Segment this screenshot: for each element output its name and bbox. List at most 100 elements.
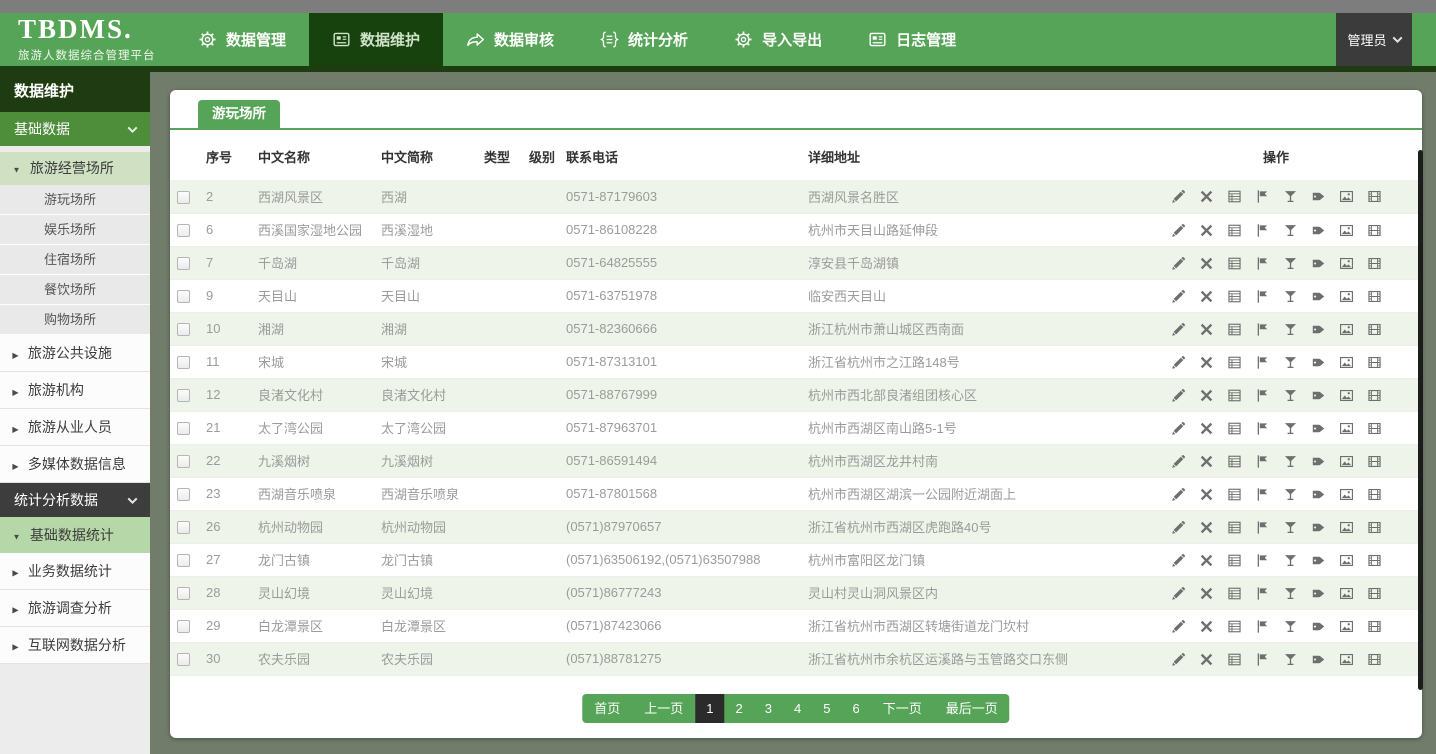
- tag-icon[interactable]: [1311, 586, 1326, 601]
- sidebar-item-6[interactable]: 购物场所: [0, 305, 150, 335]
- flag-icon[interactable]: [1255, 388, 1270, 403]
- edit-icon[interactable]: [1171, 487, 1186, 502]
- flag-icon[interactable]: [1255, 256, 1270, 271]
- page-button-2[interactable]: 2: [725, 694, 754, 723]
- detail-icon[interactable]: [1227, 223, 1242, 238]
- filter-icon[interactable]: [1283, 586, 1298, 601]
- row-checkbox[interactable]: [177, 488, 190, 501]
- row-checkbox[interactable]: [177, 290, 190, 303]
- tag-icon[interactable]: [1311, 388, 1326, 403]
- video-icon[interactable]: [1367, 322, 1382, 337]
- filter-icon[interactable]: [1283, 454, 1298, 469]
- delete-icon[interactable]: [1199, 652, 1214, 667]
- page-button-1[interactable]: 1: [695, 694, 724, 723]
- row-checkbox[interactable]: [177, 587, 190, 600]
- sidebar-item-11[interactable]: 统计分析数据: [0, 483, 150, 517]
- sidebar-item-9[interactable]: ▶旅游从业人员: [0, 409, 150, 446]
- video-icon[interactable]: [1367, 223, 1382, 238]
- detail-icon[interactable]: [1227, 454, 1242, 469]
- flag-icon[interactable]: [1255, 289, 1270, 304]
- delete-icon[interactable]: [1199, 454, 1214, 469]
- filter-icon[interactable]: [1283, 553, 1298, 568]
- video-icon[interactable]: [1367, 189, 1382, 204]
- delete-icon[interactable]: [1199, 289, 1214, 304]
- filter-icon[interactable]: [1283, 652, 1298, 667]
- image-icon[interactable]: [1339, 586, 1354, 601]
- edit-icon[interactable]: [1171, 454, 1186, 469]
- video-icon[interactable]: [1367, 289, 1382, 304]
- delete-icon[interactable]: [1199, 322, 1214, 337]
- filter-icon[interactable]: [1283, 487, 1298, 502]
- detail-icon[interactable]: [1227, 586, 1242, 601]
- nav-item-5[interactable]: 日志管理: [845, 13, 979, 66]
- tag-icon[interactable]: [1311, 421, 1326, 436]
- image-icon[interactable]: [1339, 322, 1354, 337]
- delete-icon[interactable]: [1199, 355, 1214, 370]
- image-icon[interactable]: [1339, 388, 1354, 403]
- sidebar-item-1[interactable]: ▼旅游经营场所: [0, 152, 150, 185]
- row-checkbox[interactable]: [177, 389, 190, 402]
- detail-icon[interactable]: [1227, 421, 1242, 436]
- delete-icon[interactable]: [1199, 388, 1214, 403]
- sidebar-item-15[interactable]: ▶互联网数据分析: [0, 627, 150, 664]
- image-icon[interactable]: [1339, 487, 1354, 502]
- delete-icon[interactable]: [1199, 553, 1214, 568]
- edit-icon[interactable]: [1171, 355, 1186, 370]
- flag-icon[interactable]: [1255, 454, 1270, 469]
- video-icon[interactable]: [1367, 256, 1382, 271]
- nav-item-2[interactable]: 数据审核: [443, 13, 577, 66]
- edit-icon[interactable]: [1171, 388, 1186, 403]
- filter-icon[interactable]: [1283, 256, 1298, 271]
- flag-icon[interactable]: [1255, 223, 1270, 238]
- video-icon[interactable]: [1367, 421, 1382, 436]
- image-icon[interactable]: [1339, 223, 1354, 238]
- edit-icon[interactable]: [1171, 322, 1186, 337]
- filter-icon[interactable]: [1283, 223, 1298, 238]
- row-checkbox[interactable]: [177, 653, 190, 666]
- nav-item-3[interactable]: 统计分析: [577, 13, 711, 66]
- tag-icon[interactable]: [1311, 652, 1326, 667]
- detail-icon[interactable]: [1227, 388, 1242, 403]
- image-icon[interactable]: [1339, 553, 1354, 568]
- user-menu[interactable]: 管理员: [1336, 13, 1412, 66]
- image-icon[interactable]: [1339, 619, 1354, 634]
- nav-item-1[interactable]: 数据维护: [309, 13, 443, 66]
- flag-icon[interactable]: [1255, 520, 1270, 535]
- video-icon[interactable]: [1367, 553, 1382, 568]
- image-icon[interactable]: [1339, 421, 1354, 436]
- tag-icon[interactable]: [1311, 520, 1326, 535]
- detail-icon[interactable]: [1227, 322, 1242, 337]
- filter-icon[interactable]: [1283, 322, 1298, 337]
- tag-icon[interactable]: [1311, 189, 1326, 204]
- delete-icon[interactable]: [1199, 619, 1214, 634]
- flag-icon[interactable]: [1255, 652, 1270, 667]
- page-button-9[interactable]: 最后一页: [934, 694, 1010, 723]
- tag-icon[interactable]: [1311, 553, 1326, 568]
- flag-icon[interactable]: [1255, 553, 1270, 568]
- filter-icon[interactable]: [1283, 619, 1298, 634]
- filter-icon[interactable]: [1283, 189, 1298, 204]
- edit-icon[interactable]: [1171, 586, 1186, 601]
- row-checkbox[interactable]: [177, 356, 190, 369]
- video-icon[interactable]: [1367, 652, 1382, 667]
- video-icon[interactable]: [1367, 487, 1382, 502]
- edit-icon[interactable]: [1171, 553, 1186, 568]
- flag-icon[interactable]: [1255, 421, 1270, 436]
- detail-icon[interactable]: [1227, 619, 1242, 634]
- flag-icon[interactable]: [1255, 322, 1270, 337]
- sidebar-item-14[interactable]: ▶旅游调查分析: [0, 590, 150, 627]
- edit-icon[interactable]: [1171, 189, 1186, 204]
- page-button-0[interactable]: 首页: [582, 694, 632, 723]
- sidebar-item-12[interactable]: ▼基础数据统计: [0, 517, 150, 553]
- nav-item-0[interactable]: 数据管理: [175, 13, 309, 66]
- delete-icon[interactable]: [1199, 586, 1214, 601]
- sidebar-item-3[interactable]: 娱乐场所: [0, 215, 150, 245]
- tag-icon[interactable]: [1311, 454, 1326, 469]
- video-icon[interactable]: [1367, 586, 1382, 601]
- image-icon[interactable]: [1339, 256, 1354, 271]
- detail-icon[interactable]: [1227, 189, 1242, 204]
- edit-icon[interactable]: [1171, 289, 1186, 304]
- row-checkbox[interactable]: [177, 422, 190, 435]
- image-icon[interactable]: [1339, 289, 1354, 304]
- sidebar-item-0[interactable]: 基础数据: [0, 112, 150, 146]
